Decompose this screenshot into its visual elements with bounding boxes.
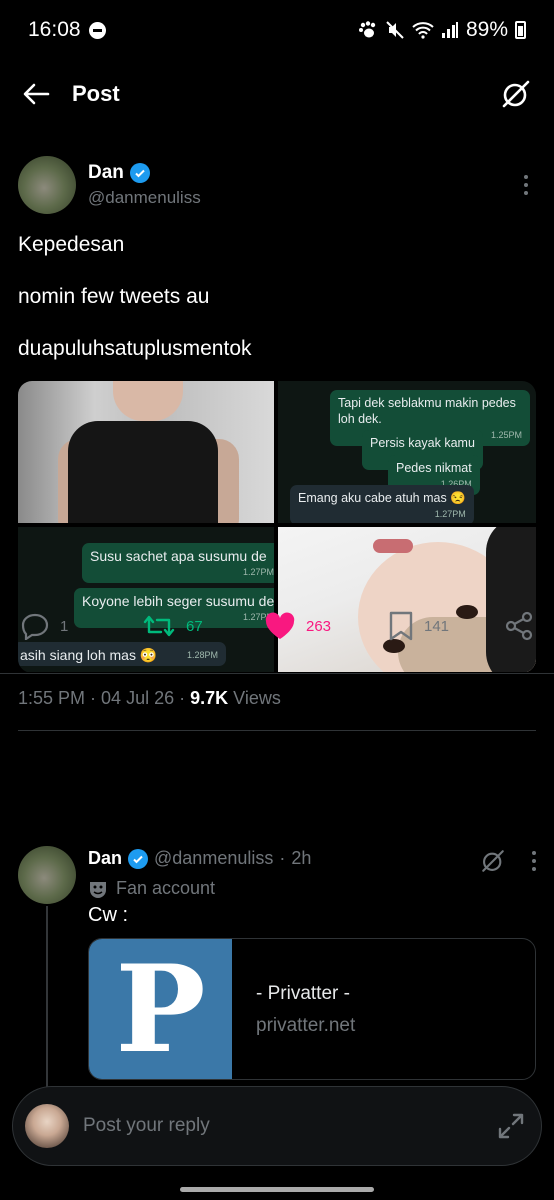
heart-filled-icon — [265, 612, 295, 639]
battery-percent: 89% — [465, 18, 508, 41]
app-bar: Post — [0, 60, 554, 128]
divider — [0, 673, 554, 674]
reply-icon — [21, 613, 49, 640]
link-card[interactable]: P - Privatter - privatter.net — [88, 938, 536, 1080]
theater-masks-icon — [90, 881, 106, 898]
repost-button[interactable]: 67 — [142, 612, 264, 640]
reply-author: Dan @danmenuliss · 2h — [88, 848, 312, 869]
more-options-icon[interactable] — [516, 169, 536, 201]
do-not-disturb-icon — [88, 21, 106, 39]
share-icon[interactable] — [504, 611, 534, 641]
author-name[interactable]: Dan — [88, 162, 124, 184]
like-count: 263 — [306, 617, 332, 635]
reply-count: 1 — [60, 617, 69, 635]
reply-input-placeholder[interactable]: Post your reply — [83, 1115, 210, 1137]
post-line: duapuluhsatuplusmentok — [18, 337, 252, 360]
media-photo[interactable] — [18, 381, 274, 523]
repost-count: 67 — [186, 617, 203, 635]
clock: 16:08 — [28, 18, 81, 41]
reply-text: Cw : — [88, 904, 128, 926]
arrow-left-icon[interactable] — [22, 82, 50, 106]
bookmark-button[interactable]: 141 — [388, 611, 486, 641]
repost-icon — [143, 615, 175, 637]
page-title: Post — [72, 81, 120, 106]
more-options-icon[interactable] — [528, 851, 540, 871]
post-age: 2h — [291, 848, 312, 868]
main-post: Dan @danmenuliss Kepedesan nomin few twe… — [0, 150, 554, 731]
bookmark-count: 141 — [424, 617, 450, 635]
verified-badge-icon — [129, 163, 150, 183]
divider — [18, 730, 536, 731]
reply-button[interactable]: 1 — [20, 612, 142, 640]
like-button[interactable]: 263 — [264, 612, 388, 640]
avatar[interactable] — [18, 156, 76, 214]
grok-icon[interactable] — [480, 848, 506, 874]
expand-icon[interactable] — [497, 1112, 525, 1140]
home-indicator[interactable] — [180, 1187, 374, 1192]
privatter-logo: P — [89, 939, 232, 1079]
wifi-icon — [412, 22, 434, 39]
view-count: 9.7K — [190, 688, 229, 708]
author-handle[interactable]: @danmenuliss — [88, 188, 201, 208]
post-author[interactable]: Dan @danmenuliss — [0, 150, 554, 220]
media-chat-screenshot[interactable]: Tapi dek seblakmu makin pedes loh dek. 1… — [278, 381, 536, 523]
post-actions: 1 67 263 141 — [0, 596, 554, 656]
post-text: Kepedesan nomin few tweets au duapuluhsa… — [0, 220, 554, 361]
chat-bubble: Susu sachet apa susumu de 1.27PM — [82, 543, 274, 583]
chat-bubble: Emang aku cabe atuh mas 😒 1.27PM — [290, 485, 474, 523]
author-name[interactable]: Dan — [88, 848, 122, 869]
grok-icon[interactable] — [500, 78, 532, 110]
verified-badge-icon — [128, 848, 149, 869]
signal-icon — [441, 22, 458, 38]
battery-icon — [515, 21, 526, 39]
bookmark-icon — [389, 611, 413, 641]
post-line: Kepedesan — [18, 233, 125, 256]
account-label: Fan account — [88, 878, 215, 899]
post-timestamp: 1:55 PM · 04 Jul 26 · 9.7K Views — [18, 688, 281, 708]
mute-icon — [386, 21, 404, 39]
card-url: privatter.net — [256, 1015, 356, 1036]
avatar[interactable] — [18, 846, 76, 904]
reply-composer[interactable]: Post your reply — [12, 1086, 542, 1166]
post-line: nomin few tweets au — [18, 285, 210, 308]
avatar — [25, 1104, 69, 1148]
paw-icon — [358, 21, 376, 38]
status-bar: 16:08 89% — [0, 0, 554, 60]
author-handle[interactable]: @danmenuliss — [154, 848, 273, 869]
card-title: - Privatter - — [256, 983, 350, 1004]
